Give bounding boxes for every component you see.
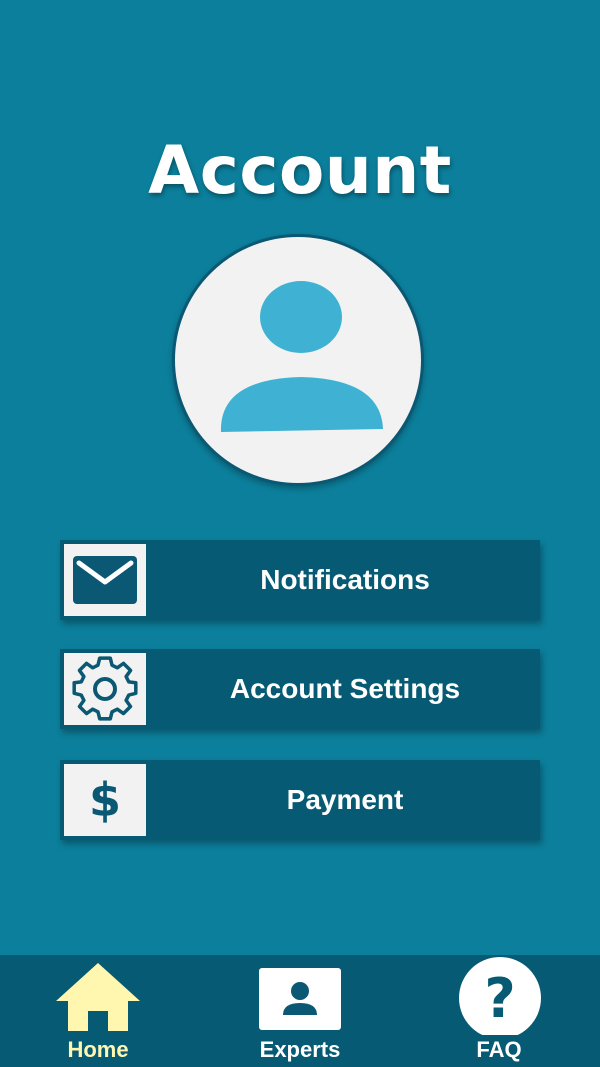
question-icon: ?: [459, 957, 541, 1035]
notifications-label: Notifications: [260, 564, 430, 595]
nav-experts[interactable]: Experts: [240, 955, 360, 1067]
avatar[interactable]: [172, 234, 424, 486]
bottom-nav: Home Experts ? FAQ: [0, 955, 600, 1067]
dollar-icon: $: [88, 773, 121, 827]
account-settings-icon-box: [64, 653, 146, 725]
page-title: Account: [148, 132, 452, 209]
notifications-button[interactable]: Notifications: [60, 540, 540, 620]
nav-home[interactable]: Home: [38, 955, 158, 1067]
payment-icon-box: $: [64, 764, 146, 836]
payment-button[interactable]: $ Payment: [60, 760, 540, 840]
svg-text:?: ?: [484, 967, 515, 1030]
nav-faq-label: FAQ: [476, 1037, 522, 1062]
account-settings-label: Account Settings: [229, 673, 461, 704]
expert-card-icon: [259, 968, 341, 1030]
nav-experts-label: Experts: [259, 1037, 341, 1062]
payment-label: Payment: [286, 784, 404, 815]
gear-icon: [72, 656, 138, 721]
nav-faq[interactable]: ? FAQ: [439, 955, 559, 1067]
user-icon: [220, 281, 383, 432]
envelope-icon: [73, 556, 137, 604]
home-icon: [56, 963, 140, 1031]
notifications-icon-box: [64, 544, 146, 616]
account-settings-button[interactable]: Account Settings: [60, 649, 540, 729]
nav-home-label: Home: [67, 1037, 129, 1062]
